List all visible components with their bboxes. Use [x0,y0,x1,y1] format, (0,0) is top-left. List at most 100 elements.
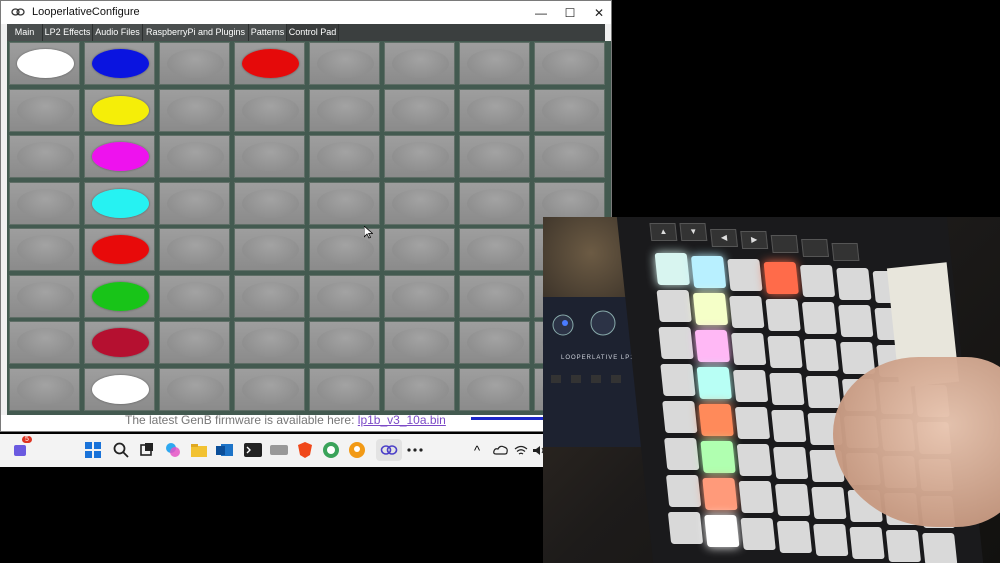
pad-r4-c3[interactable] [159,181,230,225]
pad-r8-c5[interactable] [309,367,380,411]
file-explorer-icon[interactable] [188,439,210,461]
pad-r1-c8[interactable] [534,42,605,85]
windows-start-icon[interactable] [82,439,104,461]
pad-r6-c7[interactable] [459,274,530,318]
pad-r7-c3[interactable] [159,321,230,364]
pad-r3-c3[interactable] [159,135,230,178]
launchpad-pad [885,530,922,562]
pad-r8-c2[interactable] [84,367,155,411]
pad-r2-c7[interactable] [459,88,530,132]
pad-r6-c5[interactable] [309,274,380,318]
pad-r2-c2[interactable] [84,88,155,132]
pad-light [167,188,224,218]
pad-r5-c3[interactable] [159,228,230,271]
tab-main[interactable]: Main [7,24,43,41]
title-bar[interactable]: LooperlativeConfigure — ☐ ✕ [1,1,611,24]
pad-r5-c6[interactable] [384,228,455,271]
launchpad-pad [731,333,767,365]
pad-r6-c2[interactable] [84,274,155,318]
pad-r3-c6[interactable] [384,135,455,178]
pad-r2-c3[interactable] [159,88,230,132]
pad-r7-c1[interactable] [9,321,80,364]
launchpad-pad [654,253,690,285]
pad-r6-c4[interactable] [234,274,305,318]
pad-r3-c7[interactable] [459,135,530,178]
task-view-icon[interactable] [136,439,158,461]
pad-r2-c5[interactable] [309,88,380,132]
pad-r5-c1[interactable] [9,228,80,271]
pad-r3-c5[interactable] [309,135,380,178]
launchpad-pad [667,512,704,544]
pad-r2-c1[interactable] [9,88,80,132]
search-icon[interactable] [110,439,132,461]
teams-icon[interactable]: 5 [10,436,32,461]
pad-light [92,328,149,357]
cloud-icon[interactable] [490,439,512,461]
pad-r5-c2[interactable] [84,228,155,271]
launchpad-pad [734,407,771,439]
pad-r3-c8[interactable] [534,135,605,178]
pad-light [317,188,374,218]
pad-light [167,374,224,404]
pad-r3-c2[interactable] [84,135,155,178]
pad-light [392,142,449,171]
pad-r6-c6[interactable] [384,274,455,318]
outlook-icon[interactable] [214,439,236,461]
pad-r4-c7[interactable] [459,181,530,225]
pad-r7-c6[interactable] [384,321,455,364]
pad-light [17,374,74,404]
pad-r8-c3[interactable] [159,367,230,411]
tab-lp2-effects[interactable]: LP2 Effects [43,24,93,41]
pad-r1-c1[interactable] [9,42,80,85]
pad-r8-c1[interactable] [9,367,80,411]
pad-r1-c7[interactable] [459,42,530,85]
more-icon[interactable] [404,439,426,461]
pad-r8-c4[interactable] [234,367,305,411]
pad-r7-c4[interactable] [234,321,305,364]
firmware-link[interactable]: lp1b_v3_10a.bin [358,413,446,427]
close-button[interactable]: ✕ [581,1,611,24]
looperlative-icon[interactable] [376,439,402,461]
app-icon-2[interactable] [320,439,342,461]
pad-r5-c4[interactable] [234,228,305,271]
tab-audio-files[interactable]: Audio Files [93,24,143,41]
app-icon[interactable] [268,439,290,461]
copilot-icon[interactable] [162,439,184,461]
pad-r7-c7[interactable] [459,321,530,364]
pad-r4-c6[interactable] [384,181,455,225]
pad-r7-c5[interactable] [309,321,380,364]
pad-r6-c3[interactable] [159,274,230,318]
pad-r3-c4[interactable] [234,135,305,178]
pad-r4-c1[interactable] [9,181,80,225]
pad-r2-c6[interactable] [384,88,455,132]
pad-r2-c4[interactable] [234,88,305,132]
lp-down-arrow-icon: ▼ [679,223,708,241]
pad-r5-c7[interactable] [459,228,530,271]
pad-r7-c2[interactable] [84,321,155,364]
lp-up-arrow-icon: ▲ [649,223,678,241]
pad-r1-c6[interactable] [384,42,455,85]
tray-chevron-icon[interactable]: ^ [466,439,488,461]
pad-light [92,188,149,218]
launchpad-pad [696,367,732,399]
maximize-icon: ☐ [564,5,576,20]
pad-r1-c5[interactable] [309,42,380,85]
brave-icon[interactable] [294,439,316,461]
pad-r2-c8[interactable] [534,88,605,132]
podcast-icon[interactable] [346,439,368,461]
pad-light [242,49,299,78]
tab-patterns[interactable]: Patterns [249,24,287,41]
pad-r4-c4[interactable] [234,181,305,225]
pad-r1-c2[interactable] [84,42,155,85]
tab-raspberrypi-plugins[interactable]: RaspberryPi and Plugins [143,24,249,41]
pad-r4-c2[interactable] [84,181,155,225]
tab-control-pad[interactable]: Control Pad [287,24,339,41]
pad-r1-c4[interactable] [234,42,305,85]
pad-r3-c1[interactable] [9,135,80,178]
pad-r1-c3[interactable] [159,42,230,85]
pad-r8-c6[interactable] [384,367,455,411]
pad-r4-c5[interactable] [309,181,380,225]
terminal-icon[interactable] [242,439,264,461]
pad-r8-c7[interactable] [459,367,530,411]
pad-r6-c1[interactable] [9,274,80,318]
